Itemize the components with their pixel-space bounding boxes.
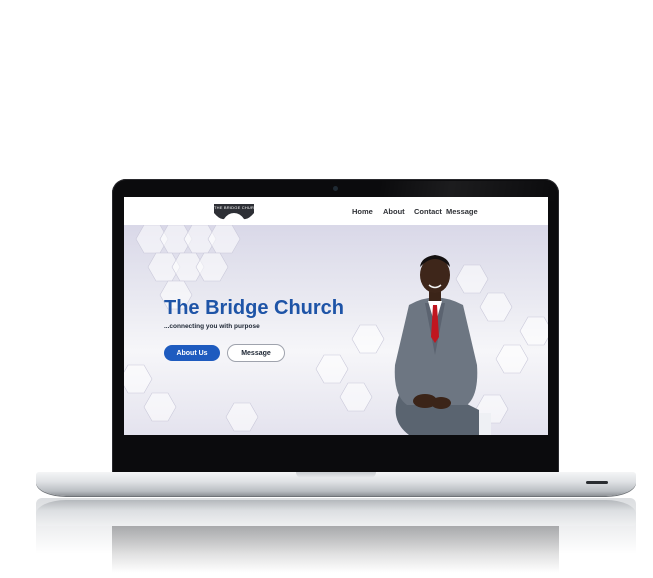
hero-title: The Bridge Church [164, 297, 345, 319]
logo-text: THE BRIDGE CHURCH [214, 204, 254, 211]
about-us-button[interactable]: About Us [164, 345, 220, 361]
bridge-logo-icon [214, 211, 254, 220]
laptop-screen: THE BRIDGE CHURCH Home About Contact Mes… [124, 197, 548, 435]
nav-about[interactable]: About [383, 197, 405, 225]
port-icon [586, 481, 608, 484]
navbar: THE BRIDGE CHURCH Home About Contact Mes… [124, 197, 548, 225]
webcam [333, 186, 338, 191]
reflection-base [36, 500, 636, 526]
nav-message[interactable]: Message [446, 197, 478, 225]
nav-contact[interactable]: Contact [414, 197, 442, 225]
nav-home[interactable]: Home [352, 197, 373, 225]
message-button[interactable]: Message [227, 344, 285, 362]
reflection-lid [112, 526, 559, 578]
hero-tagline: ...connecting you with purpose [164, 323, 260, 330]
church-logo[interactable]: THE BRIDGE CHURCH [214, 204, 254, 220]
pastor-photo [394, 255, 491, 435]
base-notch [296, 472, 376, 478]
hero-section: The Bridge Church ...connecting you with… [124, 225, 548, 435]
